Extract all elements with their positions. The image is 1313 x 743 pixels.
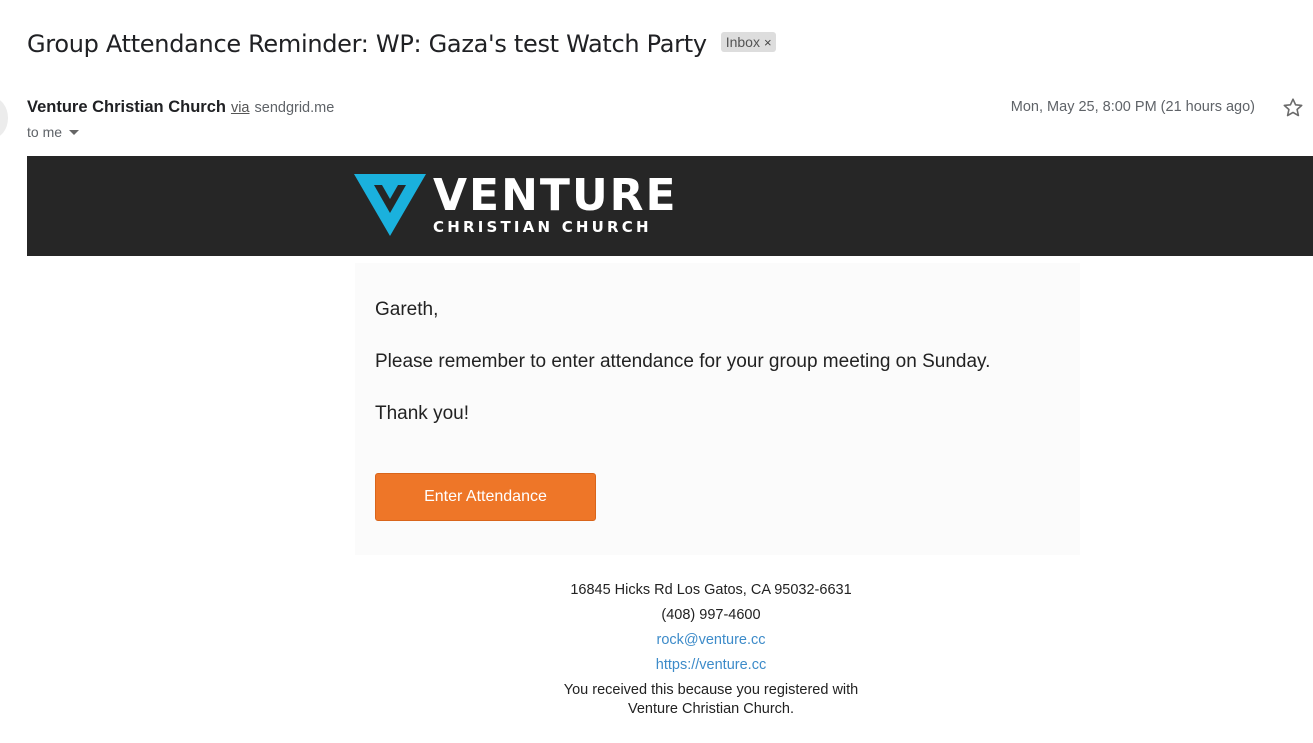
venture-logo: VENTURE CHRISTIAN CHURCH [354,174,678,236]
message-card: Gareth, Please remember to enter attenda… [355,263,1080,555]
email-date: Mon, May 25, 8:00 PM (21 hours ago) [1010,99,1255,115]
via-domain: sendgrid.me [254,100,335,116]
caret-down-icon [69,129,80,135]
greeting-text: Gareth, [375,299,439,320]
via-link[interactable]: via [231,100,250,116]
footer-note-line1: You received this because you registered… [563,682,859,698]
email-footer: 16845 Hicks Rd Los Gatos, CA 95032-6631 … [461,578,961,719]
thanks-text: Thank you! [375,403,469,424]
sender-row: Venture Christian Church via sendgrid.me [27,98,334,117]
email-subject: Group Attendance Reminder: WP: Gaza's te… [27,30,707,58]
remove-label-icon[interactable]: × [764,35,772,50]
venture-v-logo-icon [354,174,426,236]
email-subject-row: Group Attendance Reminder: WP: Gaza's te… [27,24,776,64]
recipient-details-toggle[interactable]: to me [27,124,80,140]
recipient-label: to me [27,124,63,140]
sender-avatar[interactable] [0,98,8,138]
inbox-label-chip[interactable]: Inbox × [720,32,776,52]
footer-website-link[interactable]: https://venture.cc [656,657,766,673]
enter-attendance-button[interactable]: Enter Attendance [375,473,596,521]
email-header-banner: VENTURE CHRISTIAN CHURCH [27,156,1313,256]
star-icon[interactable] [1281,96,1305,120]
footer-address: 16845 Hicks Rd Los Gatos, CA 95032-6631 [570,582,852,598]
logo-subtitle: CHRISTIAN CHURCH [433,218,652,236]
footer-note: You received this because you registered… [461,681,961,719]
sender-name[interactable]: Venture Christian Church [27,98,226,117]
logo-wordmark: VENTURE [433,170,678,221]
footer-phone: (408) 997-4600 [661,607,761,623]
inbox-label-text: Inbox [725,34,760,50]
footer-note-line2: Venture Christian Church. [627,701,795,717]
reminder-text: Please remember to enter attendance for … [375,351,991,372]
footer-email-link[interactable]: rock@venture.cc [656,632,765,648]
